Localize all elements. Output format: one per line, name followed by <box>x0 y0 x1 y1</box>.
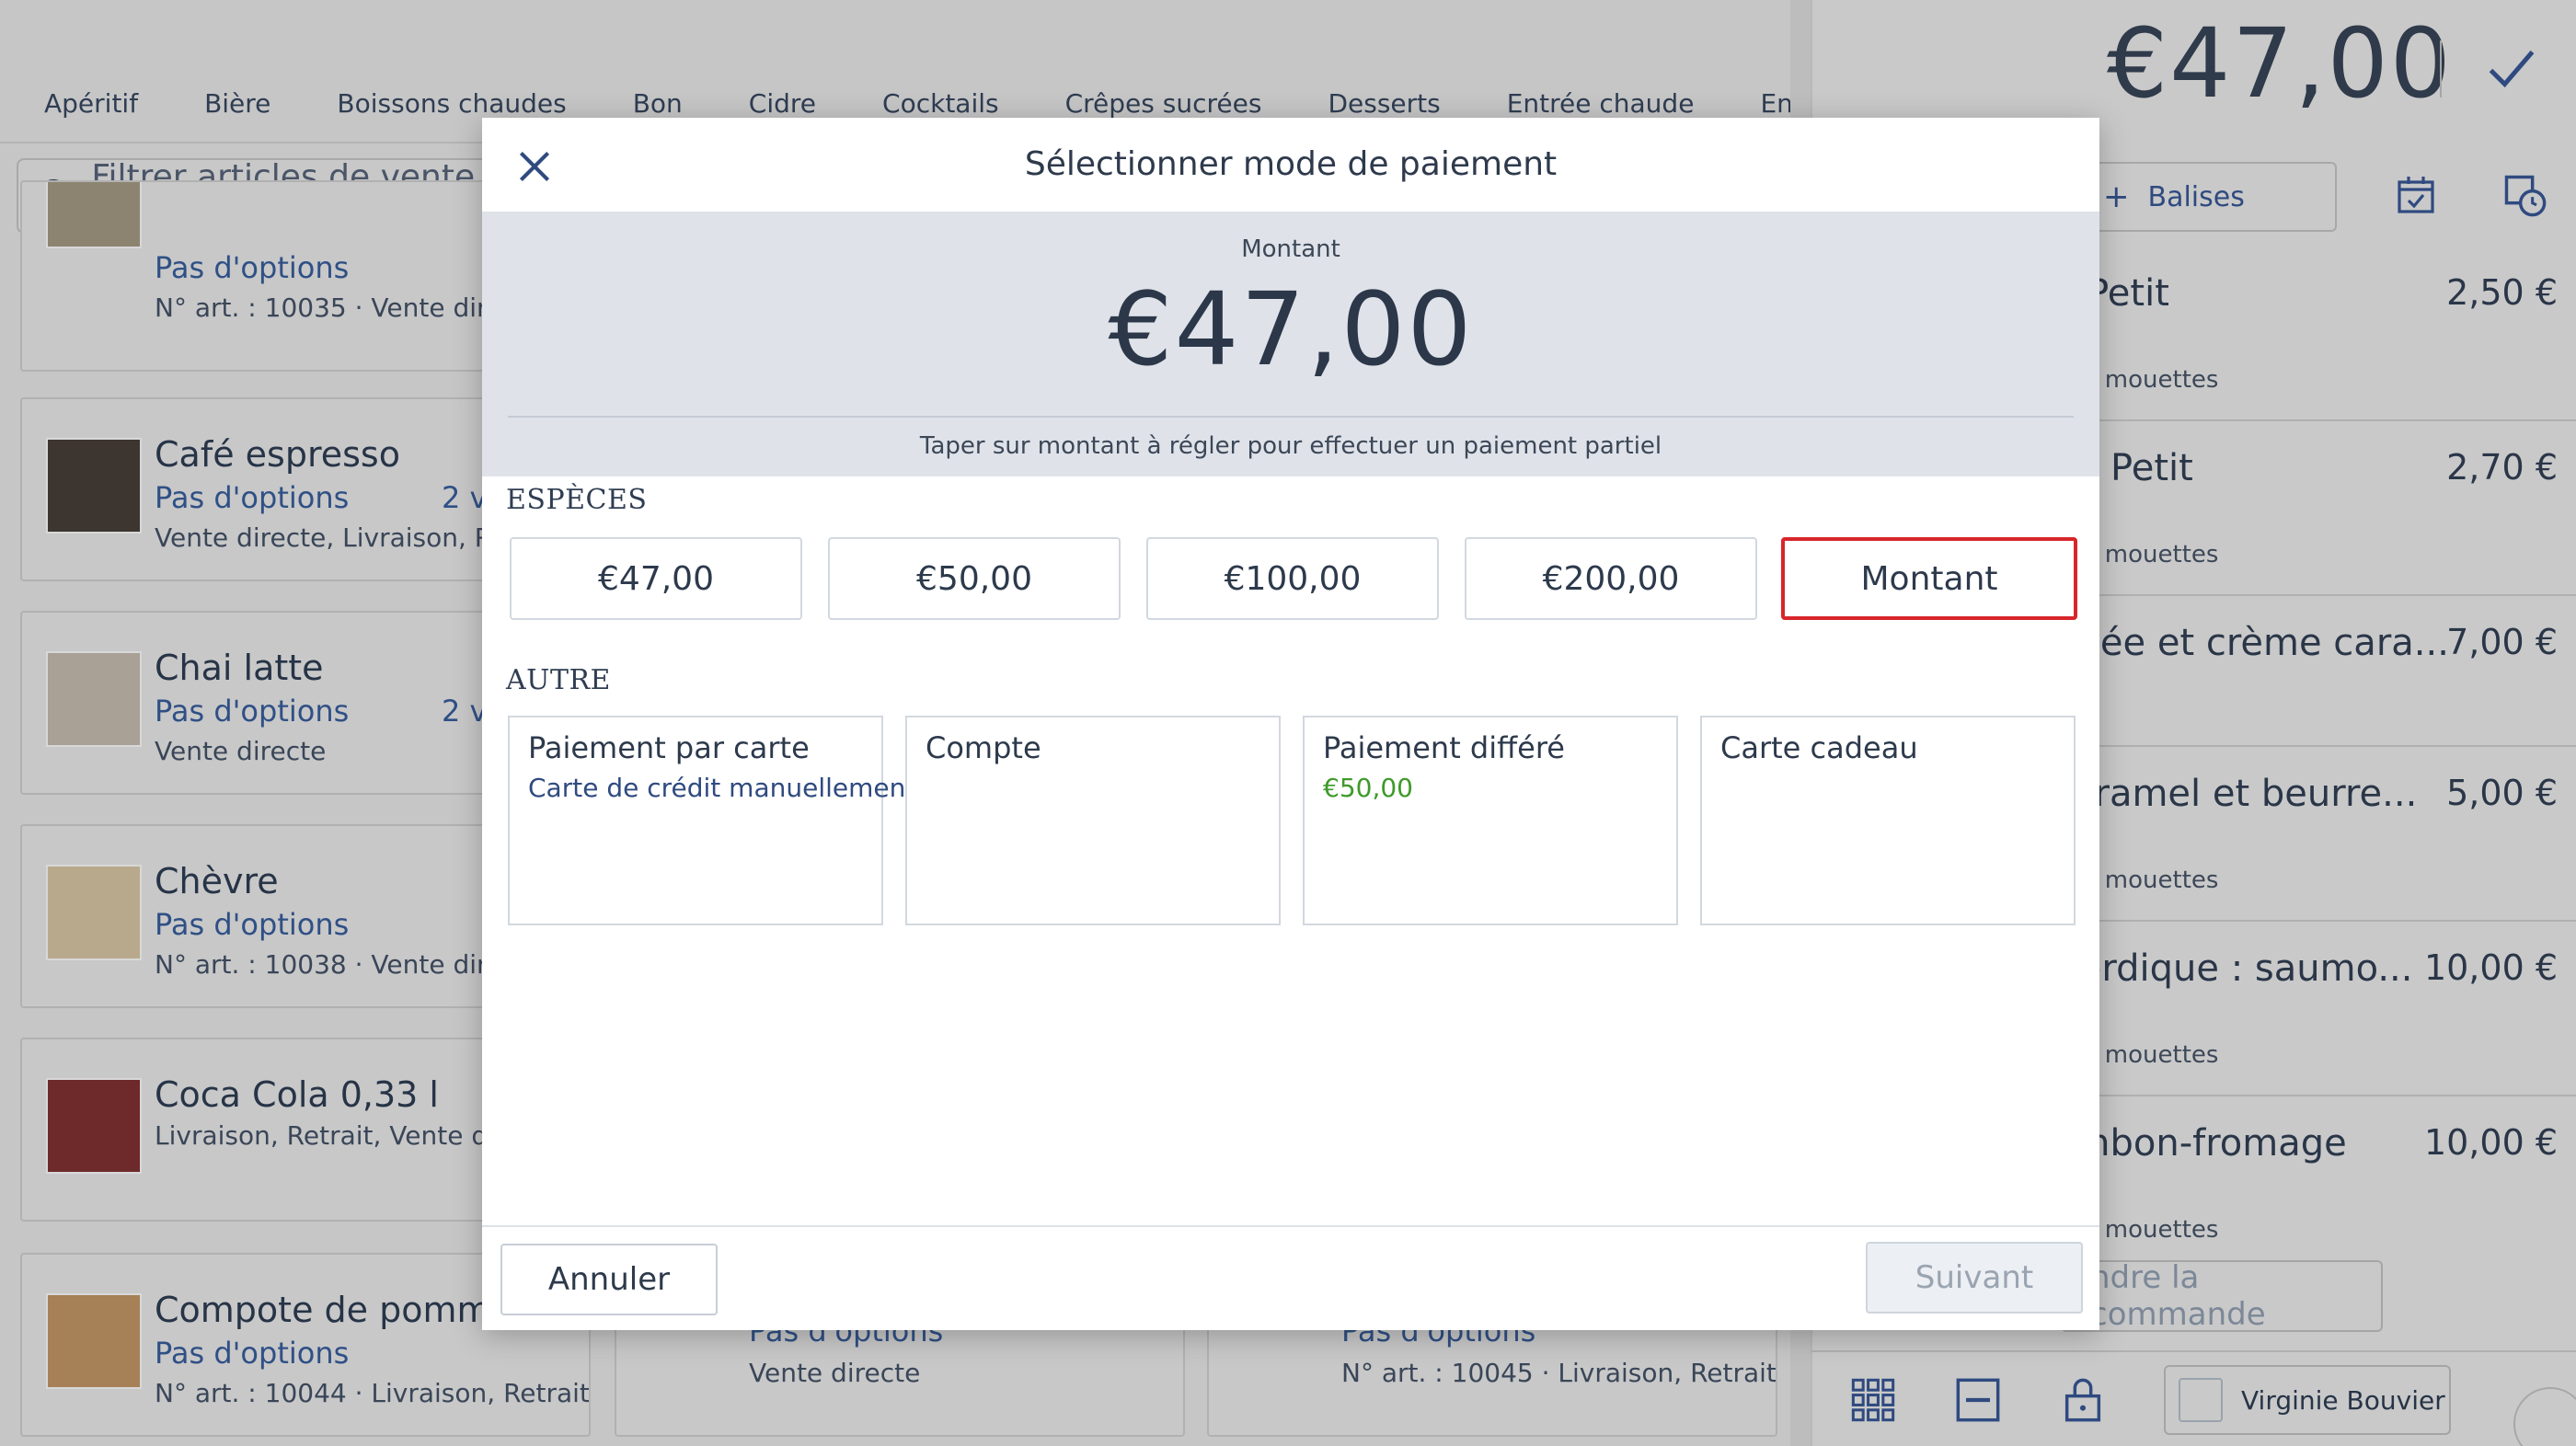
product-options: Pas d'options <box>155 480 350 515</box>
product-image <box>46 182 142 248</box>
category-tab[interactable]: Boissons chaudes <box>337 88 566 119</box>
product-image <box>46 1078 142 1174</box>
product-meta: N° art. : 10044 · Livraison, Retrait... <box>155 1378 591 1408</box>
category-tab[interactable]: Cidre <box>749 88 816 119</box>
product-meta: Livraison, Retrait, Vente direc <box>155 1120 535 1151</box>
order-line-price: 10,00 € <box>2423 1122 2558 1163</box>
payment-modal: Sélectionner mode de paiement Montant €4… <box>482 118 2099 1330</box>
product-options: Pas d'options <box>155 907 350 942</box>
product-name: Compote de pommes <box>155 1290 531 1330</box>
option-subtitle: €50,00 <box>1323 773 1413 803</box>
lock-icon[interactable] <box>2059 1376 2107 1424</box>
order-line-price: 5,00 € <box>2446 773 2558 813</box>
product-name: Chai latte <box>155 648 324 688</box>
product-name: Café espresso <box>155 434 400 475</box>
category-tab[interactable]: Apéritif <box>44 88 138 119</box>
order-line-price: 2,70 € <box>2446 447 2558 488</box>
order-total: €47,00 <box>2107 7 2453 120</box>
other-section-label: AUTRE <box>506 664 611 696</box>
modal-title: Sélectionner mode de paiement <box>1024 145 1558 183</box>
gift-card-option[interactable]: Carte cadeau <box>1700 716 2076 925</box>
order-line-price: 2,50 € <box>2446 272 2558 313</box>
category-tab[interactable]: Bon <box>633 88 683 119</box>
product-image <box>46 651 142 747</box>
product-meta: Vente directe <box>155 736 327 766</box>
cash-option-button[interactable]: €50,00 <box>828 537 1121 620</box>
next-button[interactable]: Suivant <box>1866 1242 2083 1314</box>
product-options: Pas d'options <box>155 1336 350 1371</box>
amount-panel[interactable]: Montant €47,00 Taper sur montant à régle… <box>482 213 2099 476</box>
card-payment-option[interactable]: Paiement par carte Carte de crédit manue… <box>508 716 915 925</box>
modal-footer: Annuler Suivant <box>482 1225 2099 1330</box>
avatar <box>2179 1378 2223 1422</box>
amount-label: Montant <box>1241 235 1340 263</box>
product-name: Coca Cola 0,33 l <box>155 1074 439 1115</box>
option-title: Paiement par carte <box>528 730 810 765</box>
plus-icon: + <box>2103 178 2130 215</box>
tags-button[interactable]: + Balises <box>2061 162 2337 232</box>
cash-option-button[interactable]: €200,00 <box>1465 537 1757 620</box>
product-image <box>46 865 142 960</box>
category-tab[interactable]: Entrée chaude <box>1507 88 1695 119</box>
deferred-payment-option[interactable]: Paiement différé €50,00 <box>1303 716 1678 925</box>
product-image <box>46 1293 142 1389</box>
product-meta: Vente directe <box>749 1358 921 1388</box>
product-image <box>46 438 142 534</box>
product-meta: Vente directe, Livraison, Retr <box>155 522 528 553</box>
send-order-button[interactable]: ndre la commande <box>2061 1259 2383 1333</box>
option-title: Paiement différé <box>1323 730 1565 765</box>
order-line-name: Nordique : saumo... <box>2052 947 2413 990</box>
account-option[interactable]: Compte <box>905 716 1281 925</box>
tags-label: Balises <box>2147 180 2245 213</box>
order-line-price: 10,00 € <box>2423 947 2558 988</box>
option-title: Carte cadeau <box>1720 730 1918 765</box>
calendar-check-icon[interactable] <box>2394 173 2438 217</box>
cash-option-button[interactable]: €100,00 <box>1146 537 1439 620</box>
amount-hint: Taper sur montant à régler pour effectue… <box>919 432 1662 460</box>
category-tab[interactable]: Cocktails <box>882 88 999 119</box>
category-tab[interactable]: Desserts <box>1328 88 1440 119</box>
total-separator <box>2440 40 2442 98</box>
cash-section-label: ESPÈCES <box>506 484 648 516</box>
copy-clock-icon[interactable] <box>2501 171 2548 219</box>
option-title: Compte <box>926 730 1041 765</box>
amount-value[interactable]: €47,00 <box>482 270 2099 388</box>
cash-option-button[interactable]: €47,00 <box>510 537 802 620</box>
grid-icon[interactable] <box>1849 1376 1897 1424</box>
product-options: Pas d'options <box>155 250 350 285</box>
category-tab[interactable]: Crêpes sucrées <box>1065 88 1262 119</box>
order-line-price: 7,00 € <box>2446 622 2558 662</box>
category-tab[interactable]: Bière <box>204 88 270 119</box>
product-name: Chèvre <box>155 861 279 901</box>
custom-amount-button[interactable]: Montant <box>1781 537 2077 620</box>
amount-divider <box>508 416 2074 418</box>
modal-header: Sélectionner mode de paiement <box>482 118 2099 213</box>
order-line-name: caramel et beurre... <box>2052 773 2418 815</box>
option-subtitle: Carte de crédit manuellement <box>528 773 916 803</box>
cancel-button[interactable]: Annuler <box>500 1244 718 1315</box>
minus-box-icon[interactable] <box>1954 1376 2002 1424</box>
product-meta: N° art. : 10045 · Livraison, Retrait... <box>1341 1358 1777 1388</box>
order-line-name: rûlée et crème cara... <box>2052 622 2449 664</box>
product-options: Pas d'options <box>155 694 350 729</box>
user-button[interactable]: Virginie Bouvier <box>2164 1365 2451 1435</box>
check-icon[interactable] <box>2484 40 2539 96</box>
user-name: Virginie Bouvier <box>2241 1384 2445 1416</box>
